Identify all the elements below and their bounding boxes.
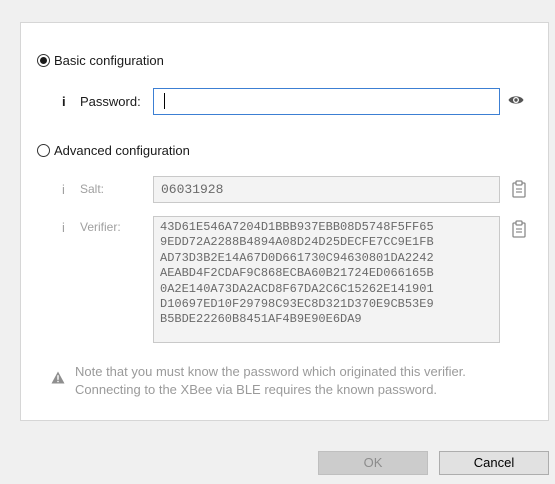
verifier-line: AD73D3B2E14A67D0D661730C94630801DA2242 bbox=[160, 250, 434, 265]
verifier-info-icon[interactable]: i bbox=[62, 220, 65, 235]
salt-field: 06031928 bbox=[153, 176, 500, 203]
verifier-label: Verifier: bbox=[80, 220, 121, 234]
cancel-button[interactable]: Cancel bbox=[439, 451, 549, 475]
warning-icon bbox=[51, 371, 65, 384]
verifier-line: 0A2E140A73DA2ACD8F67DA2C6C15262E141901 bbox=[160, 281, 434, 296]
basic-config-radio[interactable]: Basic configuration bbox=[37, 53, 164, 68]
basic-config-label: Basic configuration bbox=[54, 53, 164, 68]
ok-button[interactable]: OK bbox=[318, 451, 428, 475]
clipboard-icon[interactable] bbox=[512, 180, 526, 198]
advanced-config-radio[interactable]: Advanced configuration bbox=[37, 143, 190, 158]
clipboard-icon[interactable] bbox=[512, 220, 526, 238]
radio-indicator[interactable] bbox=[37, 144, 50, 157]
salt-label: Salt: bbox=[80, 182, 105, 196]
verifier-line: 9EDD72A2288B4894A08D24D25DECFE7CC9E1FB bbox=[160, 235, 434, 250]
verifier-line: 43D61E546A7204D1BBB937EBB08D5748F5FF65 bbox=[160, 220, 434, 234]
password-input[interactable] bbox=[153, 88, 500, 115]
verifier-field: 43D61E546A7204D1BBB937EBB08D5748F5FF65 9… bbox=[153, 216, 500, 343]
verifier-line: AEABD4F2CDAF9C868ECBA60B21724ED066165B bbox=[160, 266, 434, 281]
salt-info-icon[interactable]: i bbox=[62, 182, 65, 197]
password-label: Password: bbox=[80, 94, 141, 109]
eye-icon[interactable] bbox=[508, 94, 524, 106]
text-caret bbox=[164, 93, 165, 109]
advanced-config-label: Advanced configuration bbox=[54, 143, 190, 158]
verifier-note: Note that you must know the password whi… bbox=[75, 364, 466, 397]
radio-indicator[interactable] bbox=[37, 54, 50, 67]
verifier-line: B5BDE22260B8451AF4B9E90E6DA9 bbox=[160, 312, 362, 327]
verifier-line: D10697ED10F29798C93EC8D321D370E9CB53E9 bbox=[160, 297, 434, 312]
password-info-icon[interactable]: i bbox=[62, 94, 66, 109]
